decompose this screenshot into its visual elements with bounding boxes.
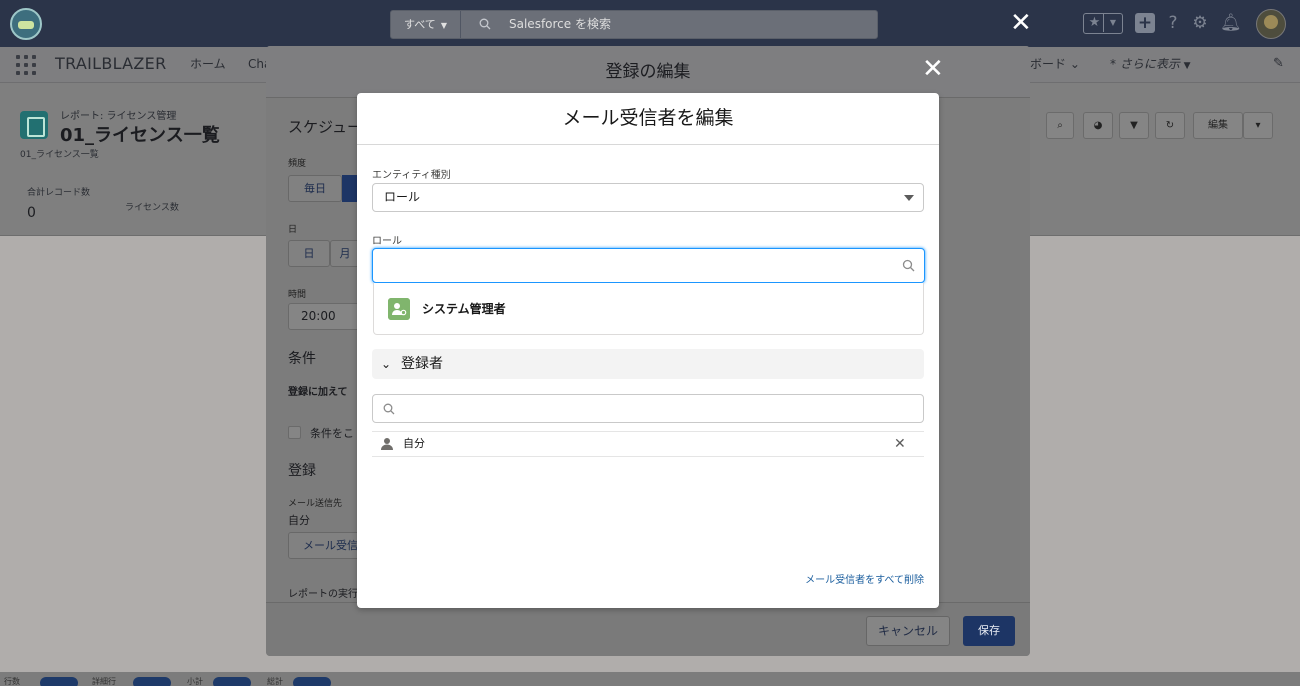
mail-to-label: メール送信先	[288, 499, 343, 509]
nav-item-dashboard[interactable]: ボード ⌄	[1030, 47, 1080, 81]
global-header: すべて ▼ Salesforce を検索 ✕ ★ ▼ + ? ⚙ 🔔︎	[0, 0, 1300, 47]
nav-item-dashboard-label: ボード	[1030, 57, 1067, 71]
mail-to-value: 自分	[288, 514, 310, 527]
month-button[interactable]: 月	[330, 240, 360, 267]
role-search-input[interactable]	[372, 248, 925, 283]
page-title: 01_ライセンス一覧	[60, 125, 220, 146]
subscriber-row: 自分 ✕	[372, 431, 924, 457]
help-icon[interactable]: ?	[1164, 12, 1182, 34]
license-count-label: ライセンス数	[125, 203, 179, 213]
edit-recipients-modal: メール受信者を編集 エンティティ種別 ロール ロール システム管理者 ⌄ 登録者…	[357, 93, 939, 608]
record-count-label: 合計レコード数	[27, 188, 91, 198]
search-scope-label: すべて	[404, 18, 436, 31]
subscriber-search-input[interactable]	[372, 394, 924, 423]
day-button[interactable]: 日	[288, 240, 330, 267]
refresh-icon[interactable]: ↻	[1155, 112, 1185, 139]
search-icon	[902, 259, 915, 272]
time-label: 時間	[288, 290, 307, 300]
role-label: ロール	[372, 236, 402, 247]
frequency-label: 頻度	[288, 159, 307, 169]
search-icon	[479, 18, 491, 30]
role-option-label: システム管理者	[422, 302, 506, 316]
chevron-down-icon: ▼	[440, 21, 447, 30]
chevron-down-icon: ▼	[1183, 61, 1191, 71]
toggle-subtotal[interactable]	[213, 677, 251, 686]
page-subtitle: 01_ライセンス一覧	[20, 150, 99, 160]
conditions-checkbox-label: 条件をこ	[310, 427, 354, 440]
chevron-down-icon: ▼	[1109, 18, 1117, 27]
conditions-checkbox[interactable]	[288, 426, 301, 439]
report-icon	[20, 111, 48, 139]
time-select[interactable]: 20:00	[288, 303, 360, 330]
modal-title: 登録の編集	[605, 62, 691, 82]
role-dropdown-list: システム管理者	[373, 283, 924, 335]
role-icon	[388, 298, 410, 320]
chevron-down-icon	[904, 195, 914, 201]
toggle-rows[interactable]	[40, 677, 78, 686]
modal-header: 登録の編集	[266, 46, 1030, 98]
chevron-down-icon: ⌄	[381, 357, 392, 371]
subscribers-title: 登録者	[401, 356, 443, 372]
gear-icon[interactable]: ⚙	[1190, 12, 1210, 34]
subscribe-heading: 登録	[288, 463, 316, 479]
nav-more-menu[interactable]: * さらに表示 ▼	[1110, 47, 1191, 83]
avatar[interactable]	[1256, 9, 1286, 39]
record-count-value: 0	[27, 205, 36, 221]
global-search[interactable]: すべて ▼ Salesforce を検索	[390, 10, 878, 39]
day-label: 日	[288, 225, 298, 235]
global-add-icon[interactable]: +	[1135, 13, 1155, 33]
breadcrumb: レポート: ライセンス管理	[60, 111, 177, 122]
toggle-label-subtotal: 小計	[187, 677, 203, 686]
toggle-label-detail: 詳細行	[92, 677, 116, 686]
remove-all-recipients-link[interactable]: メール受信者をすべて削除	[357, 571, 924, 586]
org-logo[interactable]	[10, 8, 42, 40]
toggle-total[interactable]	[293, 677, 331, 686]
report-exec-label: レポートの実行	[288, 589, 358, 600]
entity-type-select[interactable]: ロール	[372, 183, 924, 212]
chevron-down-icon[interactable]: ▾	[1243, 112, 1273, 139]
toggle-label-total: 総計	[267, 677, 283, 686]
toggle-detail[interactable]	[133, 677, 171, 686]
star-icon: ★	[1086, 14, 1104, 32]
frequency-daily-button[interactable]: 毎日	[288, 175, 342, 202]
modal-header: メール受信者を編集	[357, 93, 939, 145]
subscribers-section-header[interactable]: ⌄ 登録者	[372, 349, 924, 379]
edit-button[interactable]: 編集	[1193, 112, 1243, 139]
toggle-label-rows: 行数	[4, 677, 20, 686]
conditions-heading: 条件	[288, 351, 316, 367]
search-icon[interactable]: ⌕	[1046, 112, 1074, 139]
schedule-heading: スケジュー	[288, 118, 362, 136]
modal-title: メール受信者を編集	[562, 107, 734, 129]
cancel-button[interactable]: キャンセル	[866, 616, 950, 646]
search-placeholder[interactable]: Salesforce を検索	[509, 11, 611, 38]
bell-icon[interactable]: 🔔︎	[1220, 12, 1242, 34]
filter-icon[interactable]: ▼	[1119, 112, 1149, 139]
subscriber-name: 自分	[403, 437, 425, 450]
favorites-button[interactable]: ★ ▼	[1083, 13, 1123, 34]
nav-more-label: * さらに表示	[1110, 57, 1180, 71]
app-launcher-icon[interactable]	[16, 55, 36, 75]
save-button[interactable]: 保存	[963, 616, 1015, 646]
entity-type-label: エンティティ種別	[372, 170, 451, 181]
modal-footer: キャンセル 保存	[266, 602, 1030, 656]
conditions-text: 登録に加えて	[288, 387, 348, 398]
role-option[interactable]: システム管理者	[374, 283, 925, 335]
app-window: すべて ▼ Salesforce を検索 ✕ ★ ▼ + ? ⚙ 🔔︎ TRAIL…	[0, 0, 1300, 686]
nav-item-home[interactable]: ホーム	[190, 47, 226, 81]
search-icon	[383, 403, 395, 415]
remove-subscriber-icon[interactable]: ✕	[894, 432, 906, 456]
app-name: TRAILBLAZER	[55, 54, 167, 73]
entity-type-value: ロール	[384, 190, 421, 204]
close-icon[interactable]: ✕	[1010, 8, 1032, 38]
search-scope-select[interactable]: すべて ▼	[391, 11, 461, 38]
chart-icon[interactable]: ◕	[1083, 112, 1113, 139]
close-modal-icon[interactable]: ✕	[922, 54, 944, 84]
user-icon	[381, 438, 393, 450]
chevron-down-icon: ⌄	[1069, 57, 1080, 71]
edit-nav-icon[interactable]: ✎	[1273, 47, 1284, 81]
mail-recipient-button[interactable]: メール受信	[288, 532, 360, 559]
